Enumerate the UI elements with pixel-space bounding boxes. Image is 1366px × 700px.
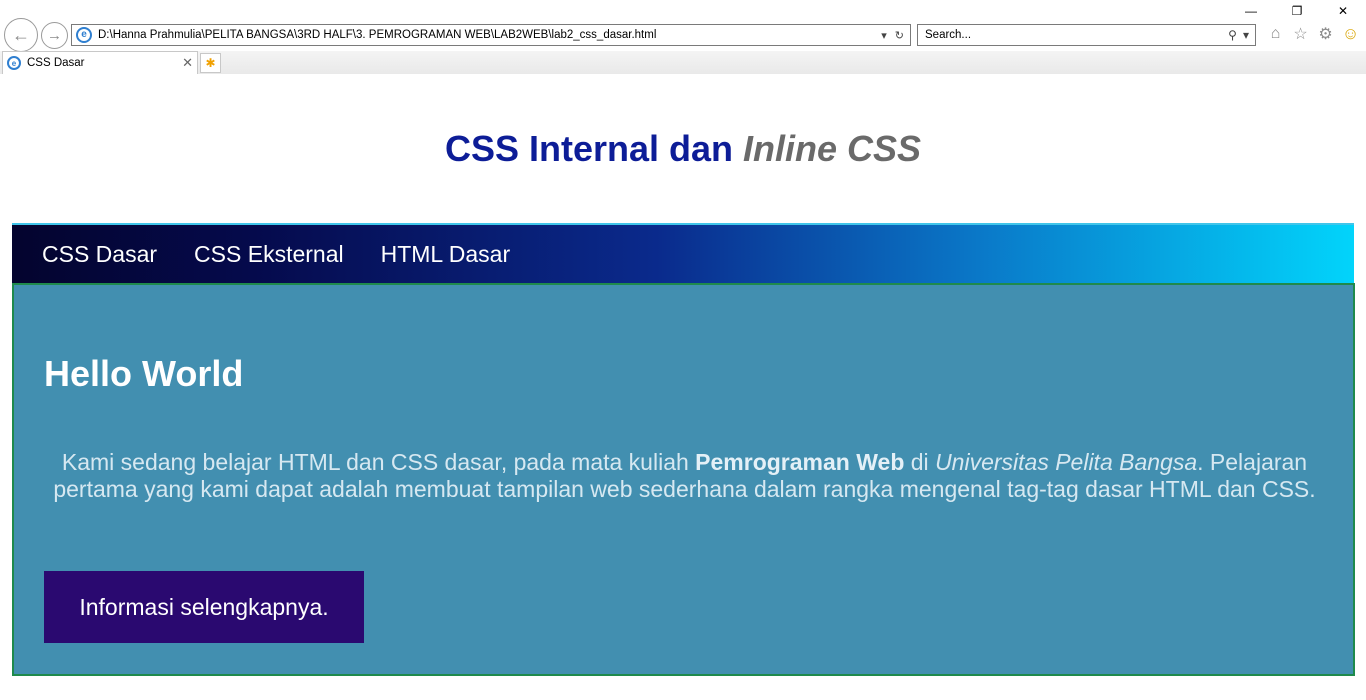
ie-tab-icon: e (7, 56, 21, 70)
nav-bar: CSS Dasar CSS Eksternal HTML Dasar (12, 223, 1354, 284)
new-tab-icon: ✱ (205, 56, 216, 70)
page-title: CSS Internal dan Inline CSS (0, 128, 1366, 170)
tab-css-dasar[interactable]: e CSS Dasar ✕ (2, 51, 198, 74)
address-tools: ▾ ↻ (881, 29, 904, 42)
restore-button[interactable]: ❐ (1274, 0, 1320, 22)
home-icon[interactable]: ⌂ (1266, 24, 1285, 43)
back-arrow-icon: ← (12, 24, 30, 45)
nav-link-css-eksternal[interactable]: CSS Eksternal (194, 241, 344, 268)
toolbar-icons: ⌂ ☆ ⚙ ☺ (1266, 24, 1360, 43)
nav-link-css-dasar[interactable]: CSS Dasar (42, 241, 157, 268)
hero-text-part2: di (904, 449, 936, 475)
hero-text-bold: Pemrograman Web (695, 449, 905, 475)
title-italic: Inline CSS (743, 128, 922, 169)
dropdown-arrow-icon[interactable]: ▾ (881, 29, 887, 42)
tab-row: e CSS Dasar ✕ ✱ (0, 51, 1366, 74)
hero-heading: Hello World (44, 353, 244, 394)
more-info-button[interactable]: Informasi selengkapnya. (44, 571, 364, 643)
hero-section: Hello World Kami sedang belajar HTML dan… (12, 283, 1355, 676)
browser-chrome: — ❐ ✕ ← → e D:\Hanna Prahmulia\PELITA BA… (0, 0, 1366, 74)
ie-page-icon: e (76, 27, 92, 43)
search-bar[interactable]: Search... ⚲ ▾ (917, 24, 1256, 46)
nav-link-html-dasar[interactable]: HTML Dasar (381, 241, 511, 268)
refresh-icon[interactable]: ↻ (895, 29, 904, 42)
search-input[interactable]: Search... (925, 29, 1228, 41)
window-controls: — ❐ ✕ (1228, 0, 1366, 22)
address-bar[interactable]: e D:\Hanna Prahmulia\PELITA BANGSA\3RD H… (71, 24, 911, 46)
star-icon[interactable]: ☆ (1291, 24, 1310, 43)
forward-button[interactable]: → (41, 22, 68, 49)
search-icon[interactable]: ⚲ (1228, 28, 1237, 42)
gear-icon[interactable]: ⚙ (1316, 24, 1335, 43)
search-tools: ⚲ ▾ (1228, 28, 1249, 42)
title-main: CSS Internal dan (444, 128, 744, 169)
web-page: CSS Internal dan Inline CSS CSS Dasar CS… (0, 74, 1366, 700)
minimize-button[interactable]: — (1228, 0, 1274, 22)
hero-text-part1: Kami sedang belajar HTML dan CSS dasar, … (61, 449, 696, 475)
back-button[interactable]: ← (4, 18, 38, 52)
close-tab-icon[interactable]: ✕ (182, 55, 193, 71)
forward-arrow-icon: → (47, 27, 62, 44)
hero-paragraph: Kami sedang belajar HTML dan CSS dasar, … (32, 449, 1337, 503)
tab-title: CSS Dasar (27, 57, 85, 69)
dropdown-arrow-icon[interactable]: ▾ (1243, 28, 1249, 42)
new-tab-button[interactable]: ✱ (200, 53, 221, 73)
hero-text-italic: Universitas Pelita Bangsa (935, 449, 1198, 475)
address-text[interactable]: D:\Hanna Prahmulia\PELITA BANGSA\3RD HAL… (98, 29, 881, 41)
smiley-icon[interactable]: ☺ (1341, 24, 1360, 43)
close-window-button[interactable]: ✕ (1320, 0, 1366, 22)
